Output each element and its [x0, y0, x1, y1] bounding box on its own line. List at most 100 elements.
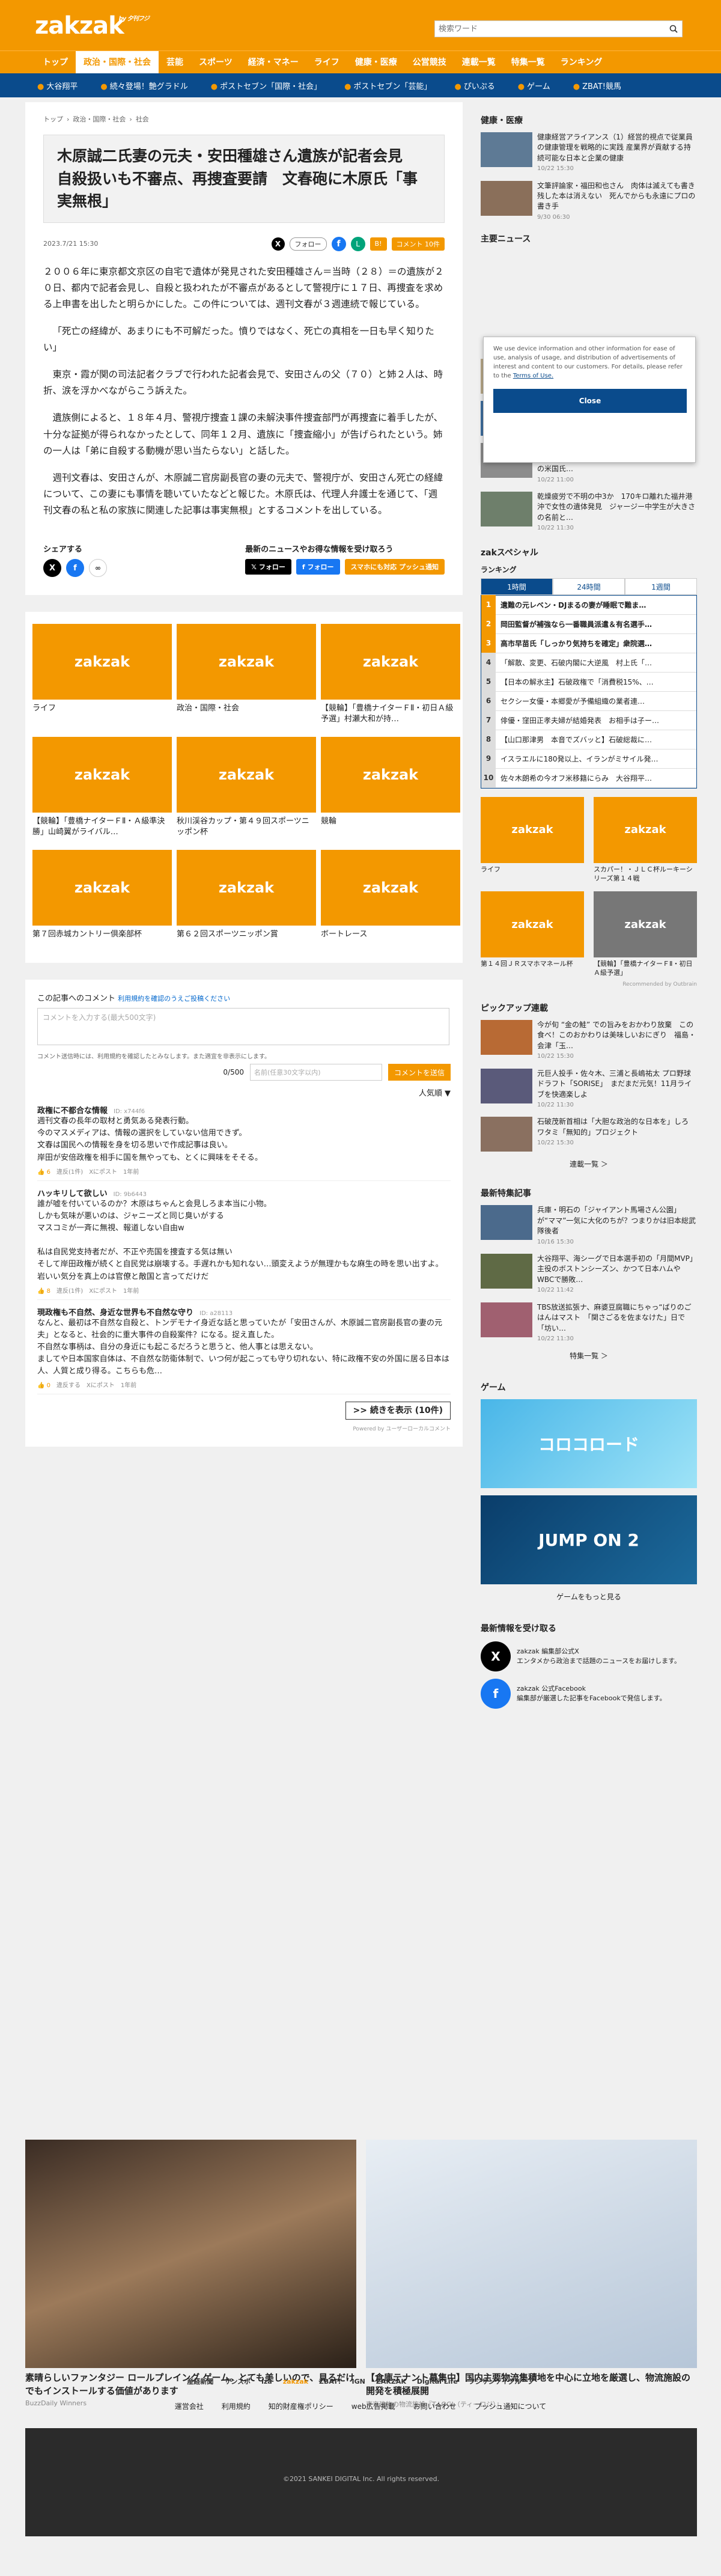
- partner-logo[interactable]: 産経新聞: [187, 2376, 213, 2386]
- pickup-more-link[interactable]: 連載一覧 ＞: [481, 1159, 697, 1169]
- nickname-input[interactable]: 名前(任意30文字以内): [249, 1064, 382, 1081]
- ranking-item[interactable]: 3 高市早苗氏「しっかり気持ちを確定」衆院選…: [481, 633, 696, 653]
- subnav-item[interactable]: ● ぴいぷる: [454, 80, 494, 91]
- related-article-card[interactable]: zakzak 秋川渓谷カップ・第４９回スポーツニッポン杯: [177, 737, 316, 838]
- search-input[interactable]: [435, 21, 665, 37]
- terms-link[interactable]: Terms of Use.: [513, 373, 553, 379]
- facebook-share-icon[interactable]: f: [66, 559, 84, 578]
- ranking-item[interactable]: 1 遺難の元レベン・DJまるの妻が睡眠で難ま…: [481, 595, 696, 615]
- show-more-comments-button[interactable]: >> 続きを表示 (10件): [345, 1402, 451, 1420]
- partner-logo[interactable]: IGN: [352, 2378, 365, 2385]
- gnav-item[interactable]: 連載一覧: [454, 51, 503, 73]
- ranking-item[interactable]: 8 【山口那津男 本音でズバッと】石破総裁に…: [481, 730, 696, 749]
- related-article-card[interactable]: zakzak 【競輪】「豊橋ナイターＦⅡ・初日Ａ級予選」村瀬大和が持…: [321, 624, 460, 725]
- side-news-item[interactable]: 今が旬 “金の鮭” での旨みをおかわり放棄 この食べ！このおかわりは美味しいおに…: [481, 1020, 697, 1061]
- search-button[interactable]: [665, 21, 682, 37]
- side-news-item[interactable]: 兵庫・明石の「ジャイアント馬場さん公園」が“ママ”一気に大化のちが？つまりかは旧…: [481, 1205, 697, 1247]
- ranking-tab[interactable]: 1時間: [481, 578, 553, 595]
- cookie-close-button[interactable]: Close: [493, 389, 687, 413]
- gnav-item[interactable]: 芸能: [159, 51, 191, 73]
- ranking-item[interactable]: 10 佐々木朗希の今オフ米移籍にらみ 大谷翔平…: [481, 768, 696, 788]
- report-link[interactable]: 違反(1件): [56, 1288, 83, 1295]
- related-article-card[interactable]: zakzak 競輪: [321, 737, 460, 838]
- footer-link[interactable]: 知的財産権ポリシー: [269, 2401, 333, 2411]
- facebook-icon[interactable]: f: [331, 236, 346, 251]
- partner-logo[interactable]: ZBAT!: [319, 2378, 341, 2385]
- side-news-item[interactable]: 石破茂新首相は「大胆な政治的な日本を」しろ ワタミ「無知的」プロジェクト 10/2…: [481, 1117, 697, 1152]
- side-recommend-card[interactable]: zakzak 【競輪】「豊橋ナイターＦⅡ・初日Ａ級予選」: [594, 891, 697, 978]
- gnav-item[interactable]: 政治・国際・社会: [76, 51, 159, 73]
- side-news-item[interactable]: 元巨人投手・佐々木、三浦と長嶋祐太 プロ野球ドラフト「SORISE」 まだまだ元…: [481, 1068, 697, 1110]
- comment-count-pill[interactable]: コメント 10件: [391, 237, 445, 251]
- subnav-item[interactable]: ● ポストセブン「芸能」: [344, 80, 431, 91]
- gnav-item[interactable]: トップ: [35, 51, 76, 73]
- like-icon[interactable]: 👍: [37, 1288, 47, 1295]
- subnav-item[interactable]: ● 続々登場！艶グラドル: [100, 80, 187, 91]
- feature-more-link[interactable]: 特集一覧 ＞: [481, 1351, 697, 1361]
- site-logo[interactable]: zakzak by 夕刊フジ: [35, 12, 150, 40]
- line-icon[interactable]: L: [350, 236, 365, 251]
- sort-dropdown[interactable]: 人気順 ▼: [37, 1087, 451, 1098]
- link-copy-icon[interactable]: ∞: [89, 559, 107, 578]
- breadcrumb-item[interactable]: 社会: [136, 115, 149, 123]
- hatena-button[interactable]: B!: [370, 237, 387, 251]
- partner-logo[interactable]: zakzak: [283, 2378, 308, 2385]
- ranking-item[interactable]: 5 【日本の解氷主】石破政権で「消費税15%、…: [481, 672, 696, 692]
- game-banner[interactable]: JUMP ON 2: [481, 1495, 697, 1585]
- footer-link[interactable]: web広告掲載: [351, 2401, 395, 2411]
- related-article-card[interactable]: zakzak 第７回赤城カントリー倶楽部杯: [32, 850, 172, 951]
- outbrain-credit[interactable]: Recommended by Outbrain: [481, 981, 697, 987]
- like-icon[interactable]: 👍: [37, 1382, 47, 1389]
- gnav-item[interactable]: スポーツ: [191, 51, 240, 73]
- subnav-item[interactable]: ● ZBAT!競馬: [573, 80, 621, 91]
- side-recommend-card[interactable]: zakzak スカパー！・ＪＬＣ杯ルーキーシリーズ第１４戦: [594, 796, 697, 884]
- ranking-tab[interactable]: 1週間: [625, 578, 697, 595]
- subnav-item[interactable]: ● ポストセブン「国際・社会」: [211, 80, 321, 91]
- x-post-link[interactable]: Xにポスト: [89, 1169, 117, 1176]
- x-icon[interactable]: X: [271, 237, 285, 251]
- x-share-icon[interactable]: X: [43, 559, 61, 578]
- ranking-tab[interactable]: 24時間: [553, 578, 625, 595]
- send-comment-button[interactable]: コメントを送信: [388, 1064, 451, 1081]
- side-recommend-card[interactable]: zakzak 第１４回ＪＲスマホマネール杯: [481, 891, 584, 978]
- follow-item[interactable]: f zakzak 公式Facebook 編集部が厳選した記事をFacebookで発信…: [481, 1679, 697, 1709]
- ranking-item[interactable]: 7 俳優・窪田正孝夫婦が結婚発表 お相手は子ー…: [481, 710, 696, 730]
- ranking-item[interactable]: 2 岡田監督が補強なら一番職員派遣＆有名選手…: [481, 614, 696, 634]
- follow-x-button[interactable]: 𝕏 フォロー: [245, 559, 291, 575]
- related-article-card[interactable]: zakzak ライフ: [32, 624, 172, 725]
- subnav-item[interactable]: ● ゲーム: [518, 80, 550, 91]
- footer-link[interactable]: 利用規約: [222, 2401, 251, 2411]
- game-banner[interactable]: コロコロード: [481, 1399, 697, 1489]
- follow-facebook-button[interactable]: f フォロー: [296, 559, 340, 575]
- gnav-item[interactable]: 経済・マネー: [240, 51, 306, 73]
- side-recommend-card[interactable]: zakzak ライフ: [481, 796, 584, 884]
- x-post-link[interactable]: Xにポスト: [87, 1382, 115, 1389]
- gnav-item[interactable]: ランキング: [553, 51, 610, 73]
- footer-link[interactable]: お問い合わせ: [413, 2401, 457, 2411]
- ranking-item[interactable]: 4 「解散、変更、石破内閣に大逆風 村上氏「…: [481, 653, 696, 673]
- game-more-link[interactable]: ゲームをもっと見る: [481, 1592, 697, 1602]
- side-news-item[interactable]: 健康経営アライアンス（1）経営的視点で従業員の健康管理を戦略的に実践 産業界が貢…: [481, 132, 697, 174]
- partner-logo[interactable]: iza: [261, 2378, 272, 2385]
- side-news-item[interactable]: 乾燥疲労で不明の中3か 170キロ離れた福井港沖で女性の遺体発見 ジャージー中学…: [481, 492, 697, 533]
- like-icon[interactable]: 👍: [37, 1169, 47, 1176]
- partner-logo[interactable]: ZAKZAK: [376, 2378, 406, 2385]
- follow-pill[interactable]: フォロー: [289, 237, 327, 251]
- related-article-card[interactable]: zakzak 政治・国際・社会: [177, 624, 316, 725]
- footer-link[interactable]: 運営会社: [175, 2401, 204, 2411]
- related-article-card[interactable]: zakzak 第６２回スポーツニッポン賞: [177, 850, 316, 951]
- side-news-item[interactable]: 文筆評論家・福田和也さん 肉体は滅えても書き残した本は消えない 死んでからも永遠…: [481, 180, 697, 222]
- partner-logo[interactable]: Digital Life: [417, 2378, 458, 2385]
- gnav-item[interactable]: ライフ: [306, 51, 347, 73]
- breadcrumb-item[interactable]: 政治・国際・社会: [73, 115, 126, 123]
- ad-card[interactable]: 素晴らしいファンタジー ロールプレイング ゲーム。とても美しいので、見るだけでも…: [25, 2140, 356, 2409]
- partner-logo[interactable]: フジサンケイグループ: [469, 2376, 534, 2386]
- footer-link[interactable]: プッシュ通知について: [475, 2401, 547, 2411]
- gnav-item[interactable]: 健康・医療: [347, 51, 405, 73]
- related-article-card[interactable]: zakzak 【競輪】「豊橋ナイターＦⅡ・Ａ級準決勝」山崎翼がライバル…: [32, 737, 172, 838]
- side-news-item[interactable]: 大谷翔平、海シーグで日本選手初の「月間MVP」主役のボストンシーズン、かつて日本…: [481, 1254, 697, 1295]
- gnav-item[interactable]: 特集一覧: [503, 51, 553, 73]
- comment-textarea[interactable]: コメントを入力する(最大500文字): [37, 1008, 449, 1046]
- ranking-item[interactable]: 9 イスラエルに180発以上、イランがミサイル発…: [481, 749, 696, 769]
- x-post-link[interactable]: Xにポスト: [89, 1288, 117, 1295]
